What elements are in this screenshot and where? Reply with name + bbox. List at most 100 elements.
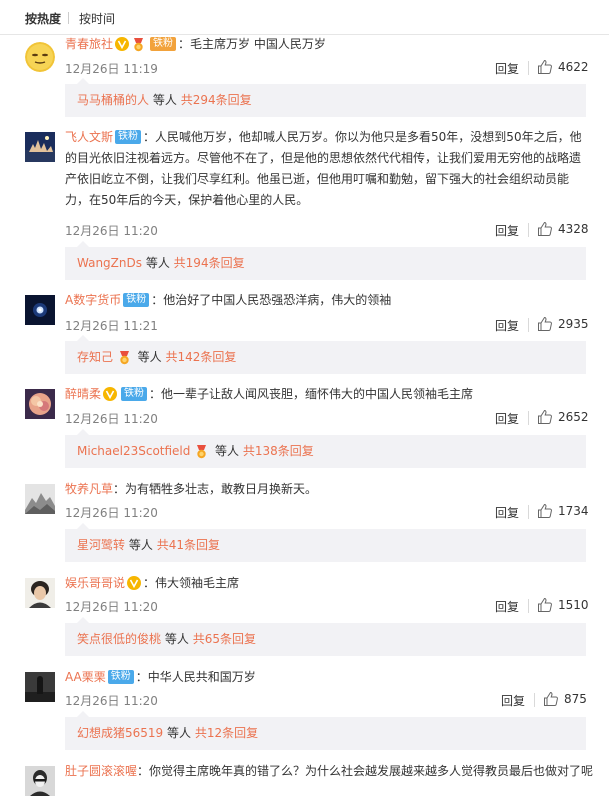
comment-body: 醉晴柔 铁粉 ：他一辈子让敌人闻风丧胆，缅怀伟大的中国人民领袖毛主席: [65, 386, 474, 401]
sub-reply-summary[interactable]: 马马桶桶的人 等人 共294条回复: [65, 78, 586, 117]
tiefen-badge: 铁粉: [121, 386, 148, 401]
sub-reply-summary[interactable]: Michael23Scotfield 等人 共138条回复: [65, 429, 586, 468]
tab-sort-by-hot[interactable]: 按热度: [25, 10, 61, 27]
avatar-image-icon: [25, 484, 55, 514]
thumbs-up-icon[interactable]: [543, 691, 559, 707]
comment-body: 娱乐哥哥说 ：伟大领袖毛主席: [65, 575, 240, 590]
sub-reply-summary[interactable]: 存知己 等人 共142条回复: [65, 335, 586, 374]
comment-time: 12月26日 11:19: [65, 62, 158, 76]
sub-reply-username[interactable]: WangZnDs: [77, 256, 142, 270]
sub-reply-total[interactable]: 共65条回复: [193, 632, 256, 646]
avatar[interactable]: [25, 132, 55, 162]
comment-body: 青春旅社 铁粉 ：毛主席万岁 中国人民万岁: [65, 36, 326, 52]
comment-text: 伟大领袖毛主席: [155, 576, 240, 590]
vip-v-icon: [115, 36, 130, 51]
comment-body: 肚子圆滚滚喔：你觉得主席晚年真的错了么？为什么社会越发展越来越多人觉得教员最后也…: [65, 764, 594, 778]
comment-time: 12月26日 11:20: [65, 224, 158, 238]
like-count: 2652: [558, 410, 589, 424]
tab-sort-by-time[interactable]: 按时间: [79, 10, 115, 27]
comment-username[interactable]: 醉晴柔: [65, 387, 101, 401]
comment-username[interactable]: AA栗栗: [65, 670, 106, 684]
thumbs-up-icon[interactable]: [537, 597, 553, 613]
avatar[interactable]: [25, 389, 55, 419]
sub-reply-username[interactable]: 笑点很低的俊桃: [77, 632, 161, 646]
comment-text: 为有牺牲多壮志，敢教日月换新天。: [125, 482, 318, 496]
avatar-image-icon: [25, 132, 55, 162]
sort-bar: 按热度 按时间: [0, 0, 609, 35]
sub-reply-total[interactable]: 共194条回复: [174, 256, 245, 270]
thumbs-up-icon[interactable]: [537, 316, 553, 332]
sub-reply-summary[interactable]: 幻想成猪56519 等人 共12条回复: [65, 711, 586, 750]
action-divider: [528, 411, 529, 425]
comment-text: 中华人民共和国万岁: [147, 670, 256, 684]
like-count: 875: [564, 692, 587, 706]
avatar[interactable]: [25, 672, 55, 702]
comment-time: 12月26日 11:20: [65, 694, 158, 708]
comment-username[interactable]: 娱乐哥哥说: [65, 576, 125, 590]
thumbs-up-icon[interactable]: [537, 503, 553, 519]
sub-reply-summary[interactable]: 笑点很低的俊桃 等人 共65条回复: [65, 617, 586, 656]
comment-text: 他治好了中国人民恐强恐洋病，伟大的领袖: [163, 293, 392, 307]
reply-button[interactable]: 回复: [495, 222, 519, 239]
avatar-image-icon: [25, 389, 55, 419]
action-divider: [534, 693, 535, 707]
like-count: 4622: [558, 60, 589, 74]
avatar-image-icon: [25, 672, 55, 702]
tiefen-badge: 铁粉: [107, 669, 134, 684]
avatar-image-icon: [25, 578, 55, 608]
sub-reply-total[interactable]: 共138条回复: [243, 444, 314, 458]
avatar[interactable]: [25, 484, 55, 514]
like-count: 1510: [558, 598, 589, 612]
avatar[interactable]: [25, 766, 55, 796]
comment-text: 你觉得主席晚年真的错了么？为什么社会越发展越来越多人觉得教员最后也做对了呢: [149, 764, 594, 778]
reply-button[interactable]: 回复: [495, 598, 519, 615]
action-divider: [528, 318, 529, 332]
tiefen-badge: 铁粉: [123, 292, 150, 307]
thumbs-up-icon[interactable]: [537, 221, 553, 237]
avatar[interactable]: [25, 42, 55, 72]
action-divider: [528, 61, 529, 75]
sub-reply-username[interactable]: 幻想成猪56519: [77, 726, 163, 740]
comment-username[interactable]: 飞人文斯: [65, 130, 113, 144]
sub-reply-summary[interactable]: 星河鹭转 等人 共41条回复: [65, 523, 586, 562]
comment-username[interactable]: 肚子圆滚滚喔: [65, 764, 137, 778]
sub-reply-username[interactable]: 存知己: [77, 350, 113, 364]
avatar[interactable]: [25, 295, 55, 325]
comment-text: 他一辈子让敌人闻风丧胆，缅怀伟大的中国人民领袖毛主席: [161, 387, 474, 401]
thumbs-up-icon[interactable]: [537, 409, 553, 425]
sub-reply-total[interactable]: 共41条回复: [157, 538, 220, 552]
avatar[interactable]: [25, 578, 55, 608]
avatar-image-icon: [25, 766, 55, 796]
avatar-image-icon: [25, 295, 55, 325]
comment-username[interactable]: 青春旅社: [65, 37, 113, 51]
sub-reply-username[interactable]: 马马桶桶的人: [77, 93, 149, 107]
reply-button[interactable]: 回复: [495, 60, 519, 77]
sub-reply-total[interactable]: 共294条回复: [181, 93, 252, 107]
action-divider: [528, 599, 529, 613]
sub-reply-total[interactable]: 共142条回复: [166, 350, 237, 364]
fan-medal-icon: [197, 445, 207, 459]
sub-reply-username[interactable]: 星河鹭转: [77, 538, 125, 552]
comment-time: 12月26日 11:20: [65, 506, 158, 520]
comment-body: 飞人文斯 铁粉 ：人民喊他万岁，他却喊人民万岁。你以为他只是多看50年，没想到50年…: [65, 129, 582, 207]
sub-reply-total[interactable]: 共12条回复: [195, 726, 258, 740]
comment-body: 牧养凡草：为有牺牲多壮志，敢教日月换新天。: [65, 482, 318, 496]
fan-medal-icon: [134, 38, 144, 52]
reply-button[interactable]: 回复: [501, 692, 525, 709]
sub-reply-username[interactable]: Michael23Scotfield: [77, 444, 190, 458]
vip-v-icon: [103, 386, 118, 401]
reply-button[interactable]: 回复: [495, 317, 519, 334]
comment-username[interactable]: A数字货币: [65, 293, 121, 307]
sort-divider: [68, 12, 69, 24]
fan-medal-icon: [119, 351, 129, 365]
sub-reply-summary[interactable]: WangZnDs 等人 共194条回复: [65, 241, 586, 280]
tiefen-badge: 铁粉: [115, 129, 142, 144]
reply-button[interactable]: 回复: [495, 504, 519, 521]
comment-body: AA栗栗 铁粉 ：中华人民共和国万岁: [65, 669, 256, 684]
thumbs-up-icon[interactable]: [537, 59, 553, 75]
comment-text: 毛主席万岁 中国人民万岁: [190, 37, 326, 51]
comment-username[interactable]: 牧养凡草: [65, 482, 113, 496]
reply-button[interactable]: 回复: [495, 410, 519, 427]
action-divider: [528, 223, 529, 237]
action-divider: [528, 505, 529, 519]
